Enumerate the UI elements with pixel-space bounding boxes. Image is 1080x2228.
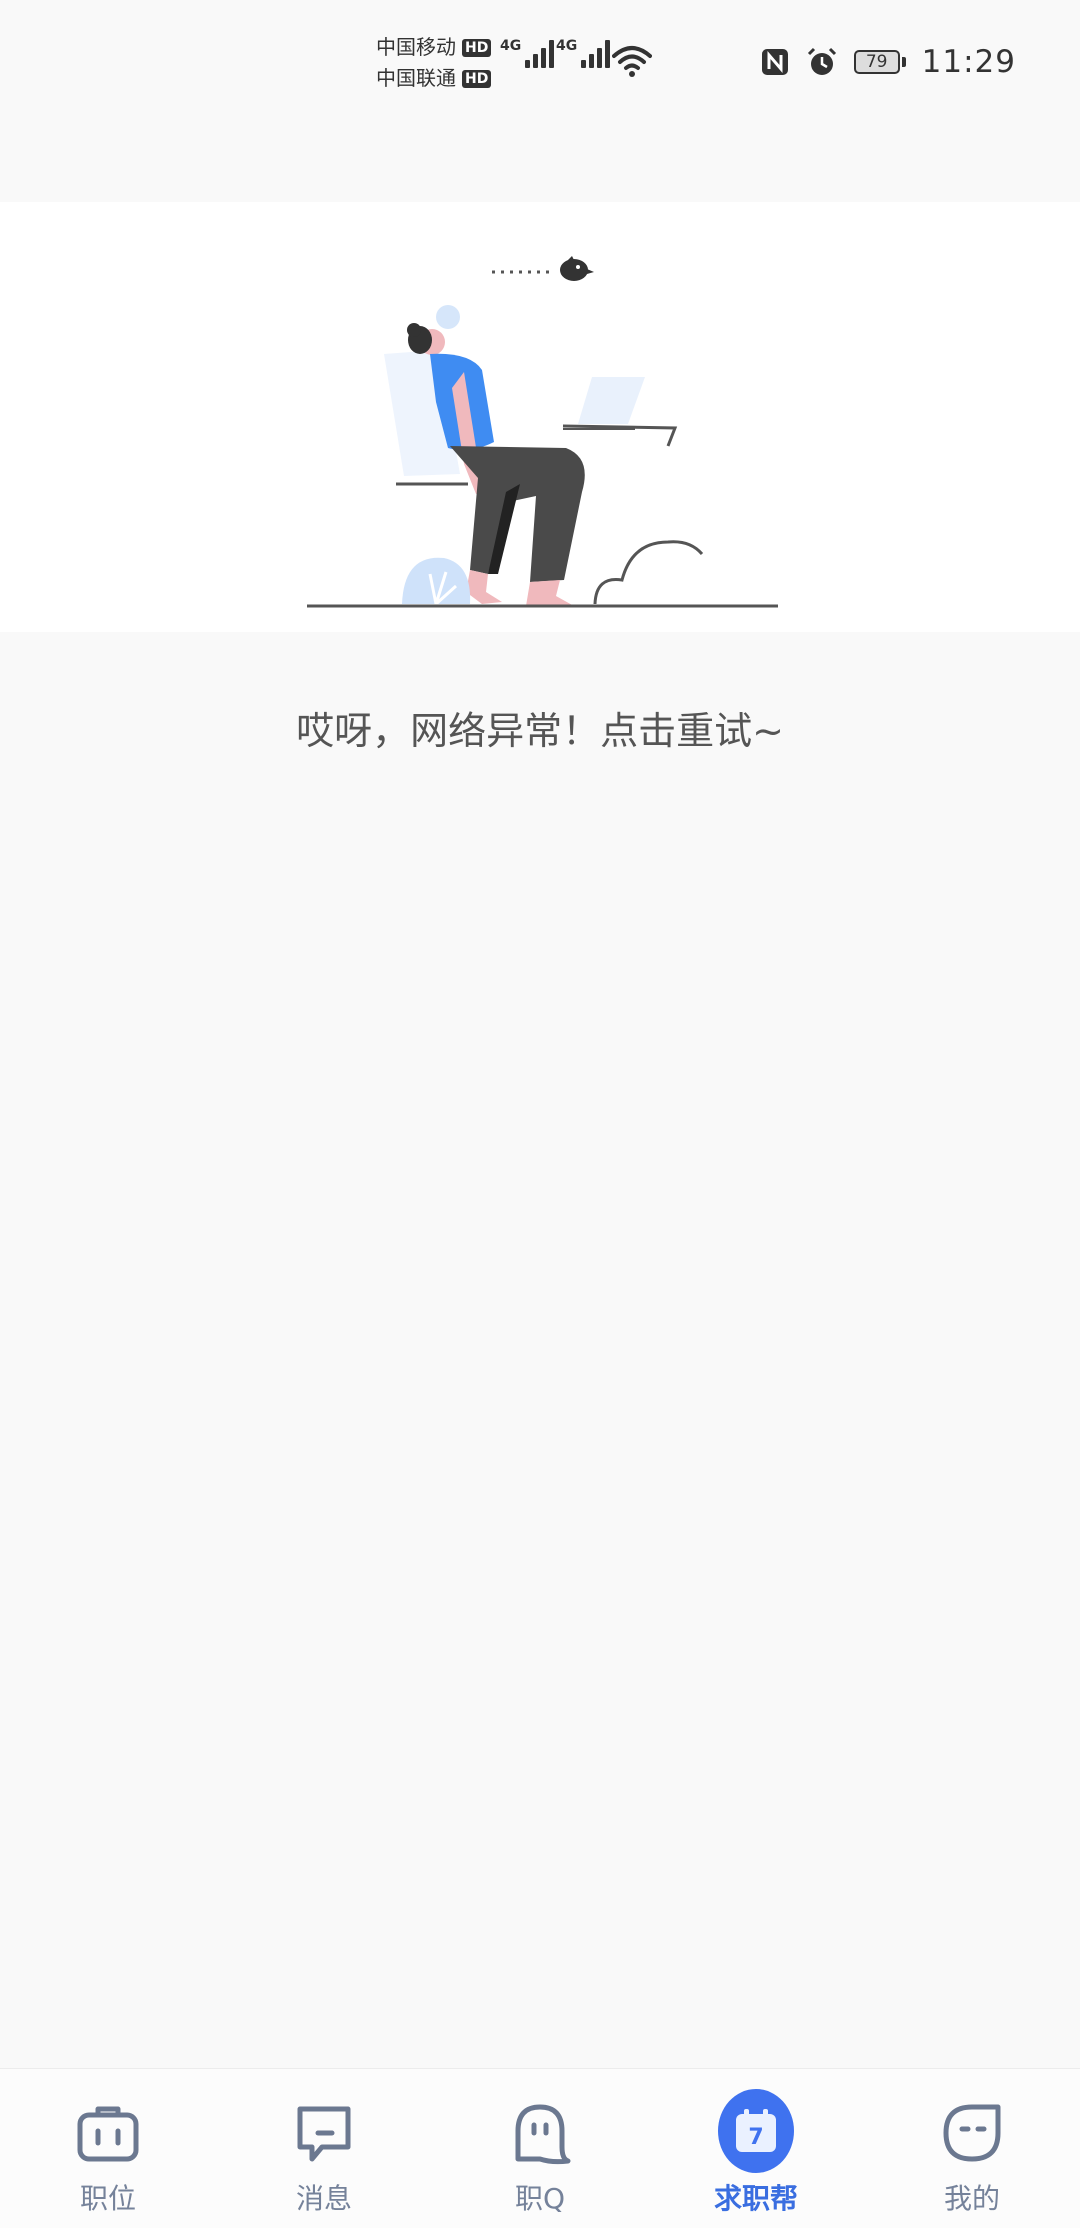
carrier-2-label: 中国联通 xyxy=(376,66,456,90)
tab-zhiq-label: 职Q xyxy=(514,2182,566,2215)
network-type-1: 4G xyxy=(500,38,522,54)
message-icon xyxy=(286,2095,362,2171)
tab-zhiq[interactable]: 职Q xyxy=(432,2069,648,2228)
network-error-illustration xyxy=(0,202,1080,632)
briefcase-icon xyxy=(70,2095,146,2171)
status-bar: 中国移动 HD 中国联通 HD 4G 4G 79 11:29 xyxy=(0,0,1080,130)
signal-1-icon: 4G xyxy=(500,38,555,68)
signal-2-icon: 4G xyxy=(556,38,611,68)
alarm-icon xyxy=(807,47,836,75)
hd-badge-1: HD xyxy=(462,38,492,57)
carrier-1-label: 中国移动 xyxy=(376,35,456,59)
wifi-icon xyxy=(612,46,652,77)
active-tab-indicator: 7 xyxy=(718,2089,794,2173)
bird-icon xyxy=(492,256,594,281)
page: 中国移动 HD 中国联通 HD 4G 4G 79 11:29 哎呀，网络异常！点… xyxy=(0,0,1080,2228)
tab-messages[interactable]: 消息 xyxy=(216,2069,432,2228)
carrier-info: 中国移动 HD 中国联通 HD xyxy=(376,32,492,94)
battery-level: 79 xyxy=(853,50,900,74)
calendar-badge-number: 7 xyxy=(748,2125,763,2150)
calendar-icon: 7 xyxy=(718,2089,794,2173)
tab-profile-label: 我的 xyxy=(943,2182,1000,2215)
tab-job-help[interactable]: 7 求职帮 xyxy=(648,2069,864,2228)
tab-job-help-label: 求职帮 xyxy=(713,2182,798,2215)
tab-jobs-label: 职位 xyxy=(79,2182,136,2215)
network-type-2: 4G xyxy=(556,38,578,54)
hd-badge-2: HD xyxy=(462,69,492,88)
clock: 11:29 xyxy=(921,44,1016,80)
nfc-icon xyxy=(761,49,788,75)
tab-messages-label: 消息 xyxy=(295,2182,352,2215)
bottom-tab-bar: 职位 消息 职Q 7 求职帮 我的 xyxy=(0,2068,1080,2228)
status-right: 79 11:29 xyxy=(760,44,1016,80)
tab-profile[interactable]: 我的 xyxy=(864,2069,1080,2228)
battery-icon: 79 xyxy=(853,50,906,74)
tab-jobs[interactable]: 职位 xyxy=(0,2069,216,2228)
sleeping-person-illustration xyxy=(307,256,778,608)
ghost-icon xyxy=(502,2095,578,2171)
face-icon xyxy=(934,2095,1010,2171)
retry-error-message[interactable]: 哎呀，网络异常！点击重试~ xyxy=(0,700,1080,755)
